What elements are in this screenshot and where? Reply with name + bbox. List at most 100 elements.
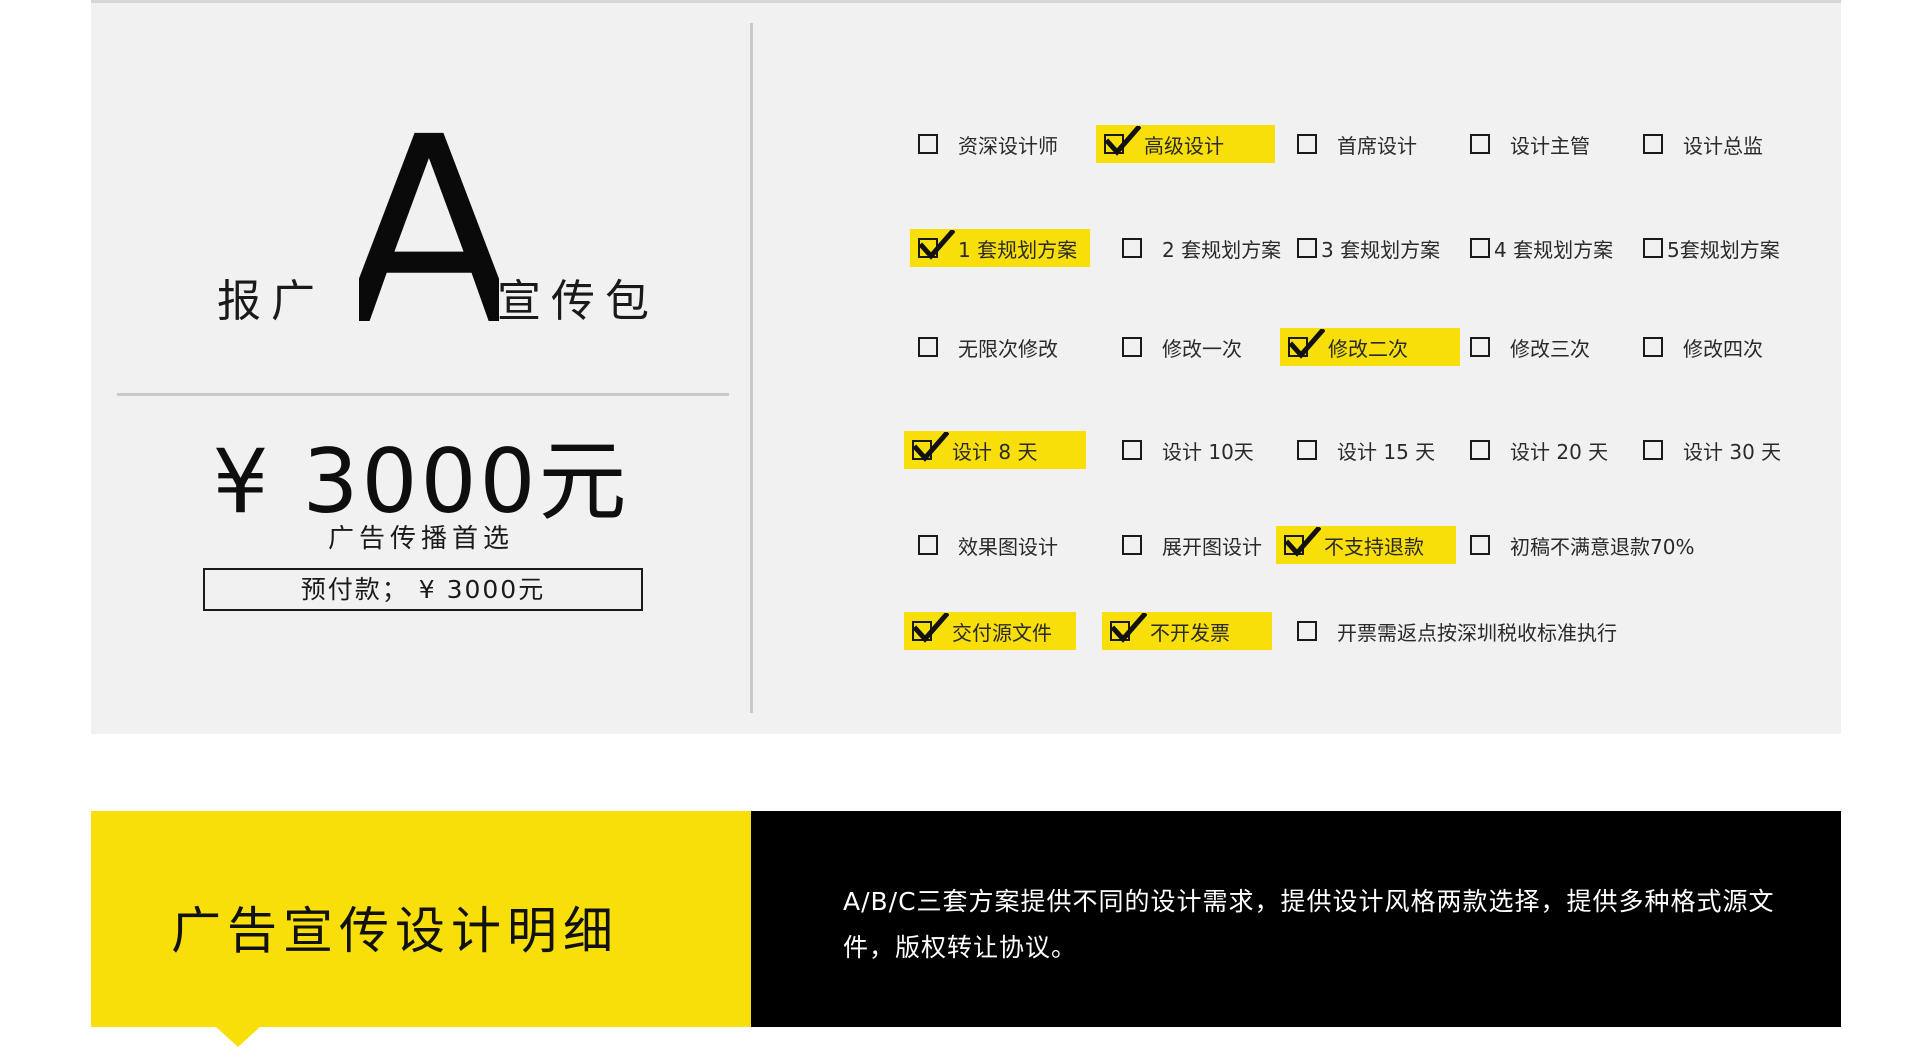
option-label: 设计 15 天 bbox=[1337, 439, 1436, 464]
checkbox-icon[interactable] bbox=[1104, 126, 1141, 156]
option-label: 设计 20 天 bbox=[1510, 439, 1609, 464]
option-item[interactable]: 无限次修改 bbox=[910, 328, 1080, 366]
option-item[interactable]: 修改二次 bbox=[1280, 328, 1460, 366]
checkbox-icon[interactable] bbox=[918, 230, 955, 260]
option-label: 开票需返点按深圳税收标准执行 bbox=[1337, 620, 1617, 645]
checkmark-icon bbox=[1105, 126, 1141, 156]
option-item[interactable]: 设计主管 bbox=[1462, 125, 1632, 163]
option-item[interactable]: 5套规划方案 bbox=[1635, 229, 1805, 267]
package-prepay-box: 预付款； ¥ 3000元 bbox=[203, 568, 643, 611]
option-item[interactable]: 设计 8 天 bbox=[904, 431, 1086, 469]
option-item[interactable]: 开票需返点按深圳税收标准执行 bbox=[1289, 612, 1689, 650]
option-label: 效果图设计 bbox=[958, 534, 1058, 559]
option-label: 设计 10天 bbox=[1162, 439, 1254, 464]
option-item[interactable]: 设计 10天 bbox=[1114, 431, 1284, 469]
checkbox-icon[interactable] bbox=[1470, 535, 1490, 555]
checkbox-icon[interactable] bbox=[1122, 440, 1142, 460]
option-item[interactable]: 修改四次 bbox=[1635, 328, 1805, 366]
option-label: 4 套规划方案 bbox=[1494, 237, 1614, 262]
checkbox-icon[interactable] bbox=[1122, 337, 1142, 357]
option-label: 无限次修改 bbox=[958, 336, 1058, 361]
option-item[interactable]: 修改三次 bbox=[1462, 328, 1632, 366]
package-panel: 报广 A 宣传包 ¥ 3000元 广告传播首选 预付款； ¥ 3000元 资深设… bbox=[91, 0, 1841, 734]
package-divider-line bbox=[117, 393, 729, 396]
option-label: 展开图设计 bbox=[1162, 534, 1262, 559]
checkbox-icon[interactable] bbox=[1643, 134, 1663, 154]
checkbox-icon[interactable] bbox=[918, 134, 938, 154]
option-item[interactable]: 高级设计 bbox=[1096, 125, 1275, 163]
package-letter: A bbox=[359, 103, 499, 327]
banner-title: 广告宣传设计明细 bbox=[171, 902, 619, 960]
option-label: 资深设计师 bbox=[958, 133, 1058, 158]
checkbox-icon[interactable] bbox=[1297, 238, 1317, 258]
checkbox-icon[interactable] bbox=[1643, 337, 1663, 357]
option-label: 设计 30 天 bbox=[1683, 439, 1782, 464]
option-item[interactable]: 展开图设计 bbox=[1114, 526, 1284, 564]
package-title-prefix: 报广 bbox=[217, 276, 325, 327]
option-item[interactable]: 设计 15 天 bbox=[1289, 431, 1459, 469]
option-item[interactable]: 修改一次 bbox=[1114, 328, 1284, 366]
option-item[interactable]: 2 套规划方案 bbox=[1114, 229, 1284, 267]
checkbox-icon[interactable] bbox=[918, 535, 938, 555]
option-label: 修改四次 bbox=[1683, 336, 1763, 361]
checkbox-icon[interactable] bbox=[1470, 440, 1490, 460]
option-item[interactable]: 不支持退款 bbox=[1276, 526, 1456, 564]
option-label: 设计总监 bbox=[1683, 133, 1763, 158]
package-tagline: 广告传播首选 bbox=[327, 524, 514, 554]
checkbox-icon[interactable] bbox=[1122, 535, 1142, 555]
option-label: 不开发票 bbox=[1150, 620, 1230, 645]
option-label: 首席设计 bbox=[1337, 133, 1417, 158]
checkbox-icon[interactable] bbox=[1297, 134, 1317, 154]
panel-vertical-divider bbox=[750, 23, 753, 713]
checkbox-icon[interactable] bbox=[1643, 440, 1663, 460]
option-item[interactable]: 初稿不满意退款70% bbox=[1462, 526, 1782, 564]
checkmark-icon bbox=[1289, 329, 1325, 359]
checkbox-icon[interactable] bbox=[1643, 238, 1663, 258]
checkbox-icon[interactable] bbox=[1297, 621, 1317, 641]
option-label: 修改三次 bbox=[1510, 336, 1590, 361]
checkmark-icon bbox=[913, 432, 949, 462]
checkbox-icon[interactable] bbox=[912, 432, 949, 462]
option-label: 3 套规划方案 bbox=[1321, 237, 1441, 262]
option-label: 高级设计 bbox=[1144, 133, 1224, 158]
package-title-suffix: 宣传包 bbox=[497, 276, 659, 327]
checkbox-icon[interactable] bbox=[1470, 337, 1490, 357]
checkbox-icon[interactable] bbox=[912, 613, 949, 643]
option-label: 5套规划方案 bbox=[1667, 237, 1780, 262]
page: 报广 A 宣传包 ¥ 3000元 广告传播首选 预付款； ¥ 3000元 资深设… bbox=[0, 0, 1921, 1059]
banner-description-block: A/B/C三套方案提供不同的设计需求，提供设计风格两款选择，提供多种格式源文件，… bbox=[751, 811, 1841, 1027]
checkbox-icon[interactable] bbox=[1297, 440, 1317, 460]
option-label: 2 套规划方案 bbox=[1162, 237, 1282, 262]
svg-text:A: A bbox=[359, 103, 499, 327]
checkbox-icon[interactable] bbox=[918, 337, 938, 357]
checkbox-icon[interactable] bbox=[1288, 329, 1325, 359]
checkmark-icon bbox=[913, 613, 949, 643]
option-label: 不支持退款 bbox=[1324, 534, 1424, 559]
triangle-down-icon bbox=[216, 1027, 260, 1047]
option-label: 1 套规划方案 bbox=[958, 237, 1078, 262]
option-item[interactable]: 设计 20 天 bbox=[1462, 431, 1632, 469]
checkmark-icon bbox=[919, 230, 955, 260]
option-item[interactable]: 设计总监 bbox=[1635, 125, 1805, 163]
option-item[interactable]: 资深设计师 bbox=[910, 125, 1080, 163]
option-label: 设计 8 天 bbox=[952, 439, 1038, 464]
option-item[interactable]: 交付源文件 bbox=[904, 612, 1076, 650]
option-item[interactable]: 设计 30 天 bbox=[1635, 431, 1805, 469]
checkbox-icon[interactable] bbox=[1122, 238, 1142, 258]
option-label: 设计主管 bbox=[1510, 133, 1590, 158]
banner-description: A/B/C三套方案提供不同的设计需求，提供设计风格两款选择，提供多种格式源文件，… bbox=[843, 887, 1775, 962]
option-item[interactable]: 不开发票 bbox=[1102, 612, 1272, 650]
option-item[interactable]: 1 套规划方案 bbox=[910, 229, 1090, 267]
checkbox-icon[interactable] bbox=[1470, 134, 1490, 154]
option-item[interactable]: 3 套规划方案 bbox=[1289, 229, 1459, 267]
banner-title-block: 广告宣传设计明细 bbox=[91, 811, 751, 1047]
option-item[interactable]: 4 套规划方案 bbox=[1462, 229, 1632, 267]
option-label: 交付源文件 bbox=[952, 620, 1052, 645]
option-item[interactable]: 首席设计 bbox=[1289, 125, 1459, 163]
option-item[interactable]: 效果图设计 bbox=[910, 526, 1080, 564]
checkbox-icon[interactable] bbox=[1284, 527, 1321, 557]
checkbox-icon[interactable] bbox=[1470, 238, 1490, 258]
checkmark-icon bbox=[1285, 527, 1321, 557]
checkbox-icon[interactable] bbox=[1110, 613, 1147, 643]
option-label: 修改二次 bbox=[1328, 336, 1408, 361]
